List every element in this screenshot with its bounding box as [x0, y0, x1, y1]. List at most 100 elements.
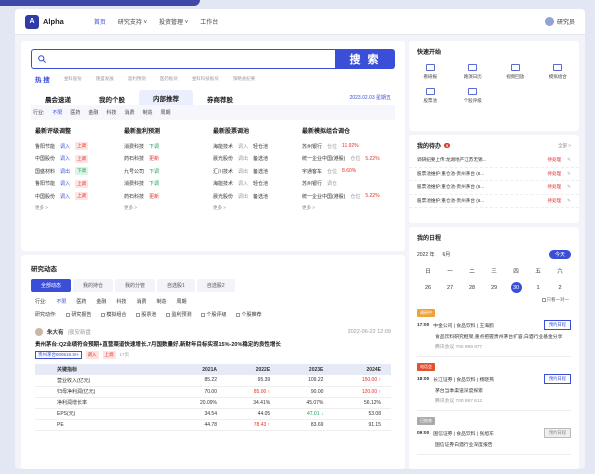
- filter-option[interactable]: 不限: [52, 109, 62, 116]
- quick-item[interactable]: 个股评级: [452, 88, 495, 104]
- todo-item[interactable]: 股票池维护:重仓池-贵州茅台 (6... 待处理 ✎: [409, 195, 579, 208]
- update-row[interactable]: 苏州银行 仓位 11.92%: [302, 140, 391, 153]
- update-row[interactable]: 鲁阳节能 调入 上调: [35, 140, 124, 153]
- action-checkbox[interactable]: 个股推荐: [236, 311, 261, 318]
- todo-item[interactable]: 股票池维护:重仓池-贵州茅台 (6... 待处理 ✎: [409, 181, 579, 195]
- only-one-on-one-toggle[interactable]: 只看一对一: [409, 293, 579, 303]
- edit-icon[interactable]: ✎: [567, 157, 571, 163]
- update-row[interactable]: 消费科技 下调: [124, 140, 213, 153]
- search-input[interactable]: [31, 49, 335, 69]
- event-title[interactable]: 国信证券白酒行业深度报告: [417, 441, 571, 448]
- tab-managed[interactable]: 我的分管: [115, 279, 156, 292]
- tab-all[interactable]: 全部动态: [31, 279, 72, 292]
- stock-code-tag[interactable]: 贵州茅台600519.SH: [35, 351, 82, 359]
- hot-item[interactable]: 盈利预测: [128, 76, 146, 82]
- calendar-day[interactable]: 29: [483, 282, 505, 293]
- quick-item[interactable]: 视频回放: [494, 64, 537, 80]
- post-title[interactable]: 贵州茅台:Q2业绩符合预期+直营渠道快速增长,7月国数量好,新财年目标实现15%…: [35, 340, 391, 348]
- today-button[interactable]: 今天: [548, 250, 571, 259]
- update-row[interactable]: 统一企业中国(港股) 仓位 5.22%: [302, 153, 391, 166]
- update-row[interactable]: 药石科技 更新: [124, 190, 213, 203]
- update-row[interactable]: 鲁阳节能 调入 上调: [35, 178, 124, 191]
- quick-item[interactable]: 股票池: [409, 88, 452, 104]
- action-checkbox[interactable]: 盈利预测: [166, 311, 191, 318]
- todo-item[interactable]: 股票池维护:重仓池-贵州茅台 (6... 待处理 ✎: [409, 168, 579, 181]
- action-checkbox[interactable]: 股票池: [136, 311, 156, 318]
- update-row[interactable]: 晨光股份 调出 备选池: [213, 190, 302, 203]
- filter-option[interactable]: 科技: [106, 109, 116, 116]
- action-checkbox[interactable]: 模拟组合: [101, 311, 126, 318]
- hot-item[interactable]: 隆盛发展: [96, 76, 114, 82]
- calendar-day[interactable]: 1: [527, 282, 549, 293]
- filter-option[interactable]: 制造: [156, 298, 166, 305]
- update-row[interactable]: 汇川技术 调出 备选池: [213, 165, 302, 178]
- todo-item[interactable]: 调研纪要上传:龙湖地产江苏无锡... 待处理 ✎: [409, 154, 579, 168]
- calendar-day[interactable]: 30: [510, 282, 522, 293]
- filter-option[interactable]: 科技: [116, 298, 126, 305]
- update-row[interactable]: 晨光股份 调出 备选池: [213, 153, 302, 166]
- schedule-button[interactable]: 预约日程: [543, 320, 571, 330]
- month-select[interactable]: 6月: [443, 251, 451, 258]
- event-title[interactable]: 茅台当季渠道深度探索: [417, 387, 571, 394]
- tab-watch1[interactable]: 自选股1: [157, 279, 195, 292]
- tab-internal[interactable]: 内部推荐: [139, 90, 193, 105]
- update-row[interactable]: 宇通客车 仓位 8.60%: [302, 165, 391, 178]
- filter-option[interactable]: 金融: [88, 109, 98, 116]
- quick-item[interactable]: 路演日历: [452, 64, 495, 80]
- update-row[interactable]: 中国股份 调入 上调: [35, 190, 124, 203]
- update-row[interactable]: 九号公司 下调: [124, 165, 213, 178]
- filter-option[interactable]: 不限: [56, 298, 66, 305]
- action-checkbox[interactable]: 个股评级: [201, 311, 226, 318]
- more-link[interactable]: 更多 >: [302, 205, 391, 211]
- hot-item[interactable]: 医药板块: [160, 76, 178, 82]
- hot-item[interactable]: 策略会纪要: [233, 76, 256, 82]
- update-row[interactable]: 药石科技 更新: [124, 153, 213, 166]
- tab-morning[interactable]: 晨会速递: [31, 92, 85, 105]
- calendar-day[interactable]: 28: [461, 282, 483, 293]
- update-row[interactable]: 统一企业中国(港股) 仓位 5.22%: [302, 190, 391, 203]
- filter-option[interactable]: 周期: [176, 298, 186, 305]
- tab-my-stocks[interactable]: 我的个股: [85, 92, 139, 105]
- update-row[interactable]: 中国股份 调入 上调: [35, 153, 124, 166]
- tab-broker[interactable]: 券商荐股: [193, 92, 247, 105]
- post-author[interactable]: 朱大有: [47, 328, 64, 336]
- calendar-day[interactable]: 26: [417, 282, 439, 293]
- more-link[interactable]: 更多 >: [35, 205, 124, 211]
- update-row[interactable]: 消费科技 下调: [124, 178, 213, 191]
- nav-workbench[interactable]: 工作台: [200, 17, 218, 26]
- filter-option[interactable]: 金融: [96, 298, 106, 305]
- nav-research-support[interactable]: 研究支持 ˅: [118, 17, 147, 26]
- calendar-day[interactable]: 2: [549, 282, 571, 293]
- search-button[interactable]: 搜 索: [335, 49, 395, 69]
- update-row[interactable]: 海能技术 调入 轻仓池: [213, 178, 302, 191]
- event-title[interactable]: 食品饮料研究框架,重点把握贵州茅台扩容,白酒行业基金分享: [417, 333, 571, 340]
- year-select[interactable]: 2022 年: [417, 251, 435, 258]
- schedule-button[interactable]: 预约日程: [543, 374, 571, 384]
- hot-item[interactable]: 金科科技板块: [192, 76, 219, 82]
- calendar-day[interactable]: 27: [439, 282, 461, 293]
- more-link[interactable]: 更多 >: [213, 205, 302, 211]
- update-row[interactable]: 海能技术 调入 轻仓池: [213, 140, 302, 153]
- action-checkbox[interactable]: 研究报告: [66, 311, 91, 318]
- filter-option[interactable]: 周期: [160, 109, 170, 116]
- update-row[interactable]: 苏州银行 调仓: [302, 178, 391, 191]
- filter-option[interactable]: 医药: [76, 298, 86, 305]
- filter-option[interactable]: 制造: [142, 109, 152, 116]
- edit-icon[interactable]: ✎: [567, 171, 571, 177]
- edit-icon[interactable]: ✎: [567, 184, 571, 190]
- filter-option[interactable]: 消费: [124, 109, 134, 116]
- nav-investment[interactable]: 投资管理 ˅: [159, 17, 188, 26]
- todo-more-link[interactable]: 全部 >: [558, 143, 571, 149]
- schedule-button[interactable]: 预约日程: [543, 428, 571, 438]
- edit-icon[interactable]: ✎: [567, 198, 571, 204]
- tab-watch2[interactable]: 自选股2: [196, 279, 235, 292]
- more-link[interactable]: 更多 >: [124, 205, 213, 211]
- filter-option[interactable]: 消费: [136, 298, 146, 305]
- nav-home[interactable]: 首页: [94, 17, 106, 26]
- quick-item[interactable]: 模拟组合: [537, 64, 580, 80]
- user-menu[interactable]: 研究员: [544, 17, 575, 26]
- tab-holdings[interactable]: 我的持仓: [73, 279, 114, 292]
- quick-item[interactable]: 看研报: [409, 64, 452, 80]
- update-row[interactable]: 国盛材料 调出 下调: [35, 165, 124, 178]
- filter-option[interactable]: 医药: [70, 109, 80, 116]
